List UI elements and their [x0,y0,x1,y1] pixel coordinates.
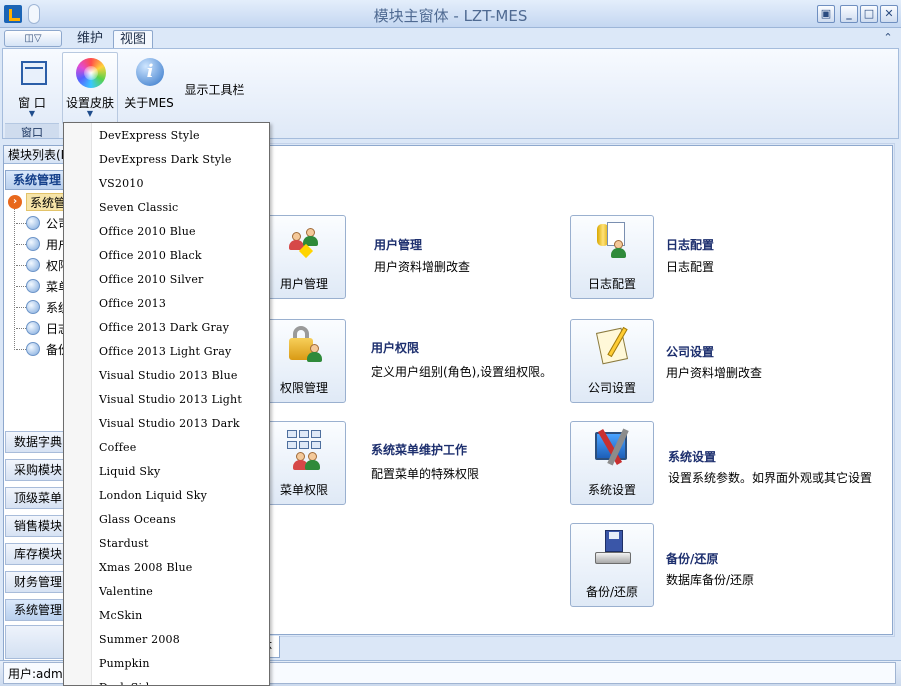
module-description: 用户资料增删改查 [374,260,471,274]
tree-connector [14,200,15,350]
node-bullet-icon [26,216,40,230]
module-title[interactable]: 用户权限 [371,339,419,356]
chevron-down-icon: ▼ [28,109,36,118]
minimize-button[interactable]: _ [840,5,858,23]
skin-menu-item[interactable]: Liquid Sky [99,460,160,484]
tile-label: 用户管理 [279,277,328,291]
node-bullet-icon [26,237,40,251]
set-skin-button[interactable]: 设置皮肤 ▼ [62,52,118,124]
skin-menu-item[interactable]: Seven Classic [99,196,178,220]
skin-menu-item[interactable]: Visual Studio 2013 Blue [99,364,238,388]
tile-label: 公司设置 [587,381,636,395]
skin-menu-item[interactable]: Office 2010 Silver [99,268,204,292]
tile-label: 系统设置 [587,483,636,497]
module-description: 数据库备份/还原 [666,573,755,587]
restore-alt-icon: ▣ [820,7,832,20]
tile-company-settings[interactable]: 公司设置 [570,319,654,403]
skin-menu-item[interactable]: London Liquid Sky [99,484,207,508]
node-bullet-icon [26,342,40,356]
application-menu-button[interactable]: ◫▽ [4,30,62,47]
app-menu-icon: ◫▽ [24,33,42,44]
log-config-icon [595,222,631,262]
users-icon [287,222,323,262]
permission-lock-icon [287,326,323,366]
ribbon-collapse-icon[interactable]: ⌃ [880,30,896,46]
tile-user-management[interactable]: 用户管理 [262,215,346,299]
expand-arrow-icon: › [8,195,22,209]
window-button[interactable]: 窗 口 ▼ [5,52,59,124]
module-title[interactable]: 系统设置 [668,448,716,465]
menu-tree-users-icon [287,428,323,470]
show-toolbar-button[interactable]: 显示工具栏 [180,52,249,124]
database-backup-icon [595,530,631,570]
module-description: 定义用户组别(角色),设置组权限。 [371,365,553,379]
restore-alt-button[interactable]: ▣ [817,5,835,23]
skin-dropdown-menu[interactable]: DevExpress Style DevExpress Dark Style V… [63,122,270,686]
module-description: 设置系统参数。如界面外观或其它设置 [668,471,873,485]
module-description: 用户资料增删改查 [666,366,763,380]
tile-label: 权限管理 [279,381,328,395]
tab-maintain[interactable]: 维护 [71,30,109,49]
module-title[interactable]: 系统菜单维护工作 [371,441,467,458]
ribbon-group-label: 窗口 [5,123,59,139]
skin-menu-item[interactable]: VS2010 [99,172,144,196]
window-title: 模块主窗体 - LZT-MES [373,7,528,25]
close-icon: ✕ [884,7,894,20]
skin-menu-item[interactable]: Valentine [99,580,153,604]
skin-menu-item[interactable]: Pumpkin [99,652,150,676]
info-icon: i [136,58,164,86]
skin-menu-item[interactable]: DevExpress Dark Style [99,148,232,172]
skin-menu-item[interactable]: McSkin [99,604,142,628]
module-title[interactable]: 公司设置 [666,343,714,360]
tile-menu-permission[interactable]: 菜单权限 [262,421,346,505]
tools-icon [595,428,631,468]
maximize-button[interactable]: □ [860,5,878,23]
tile-system-settings[interactable]: 系统设置 [570,421,654,505]
node-bullet-icon [26,300,40,314]
module-title[interactable]: 日志配置 [666,236,714,253]
skin-menu-item[interactable]: Office 2013 Dark Gray [99,316,229,340]
color-wheel-icon [76,58,106,88]
skin-menu-item[interactable]: Visual Studio 2013 Light [99,388,242,412]
about-mes-label: 关于MES [124,96,174,110]
tile-log-config[interactable]: 日志配置 [570,215,654,299]
node-bullet-icon [26,258,40,272]
skin-menu-item[interactable]: Visual Studio 2013 Dark [99,412,240,436]
node-bullet-icon [26,321,40,335]
skin-menu-item[interactable]: Stardust [99,532,149,556]
module-title[interactable]: 备份/还原 [666,550,718,567]
skin-menu-item[interactable]: Xmas 2008 Blue [99,556,192,580]
module-description: 配置菜单的特殊权限 [371,467,480,481]
skin-menu-item[interactable]: Office 2013 Light Gray [99,340,231,364]
about-mes-button[interactable]: i 关于MES [120,52,178,124]
skin-menu-item[interactable]: Office 2010 Blue [99,220,196,244]
node-bullet-icon [26,279,40,293]
module-description: 日志配置 [666,260,715,274]
skin-menu-item[interactable]: DevExpress Style [99,124,200,148]
chevron-down-icon: ▼ [86,109,94,118]
skin-menu-item[interactable]: Office 2010 Black [99,244,202,268]
window-icon [15,57,47,85]
module-title[interactable]: 用户管理 [374,236,422,253]
tile-label: 菜单权限 [279,483,328,497]
show-toolbar-label: 显示工具栏 [184,83,245,97]
status-user-text: 用户:admi [8,667,67,681]
menu-gutter [64,123,92,685]
skin-menu-item[interactable]: Coffee [99,436,136,460]
maximize-icon: □ [863,7,875,20]
close-button[interactable]: ✕ [880,5,898,23]
skin-menu-item[interactable]: Dark Side [99,676,156,685]
tile-backup-restore[interactable]: 备份/还原 [570,523,654,607]
tile-permission-management[interactable]: 权限管理 [262,319,346,403]
minimize-icon: _ [846,7,852,20]
skin-menu-item[interactable]: Office 2013 [99,292,166,316]
skin-menu-item[interactable]: Summer 2008 [99,628,180,652]
notepad-pencil-icon [595,326,631,366]
tile-label: 日志配置 [587,277,636,291]
skin-menu-item[interactable]: Glass Oceans [99,508,176,532]
tile-label: 备份/还原 [585,585,639,599]
tab-view[interactable]: 视图 [113,30,154,49]
